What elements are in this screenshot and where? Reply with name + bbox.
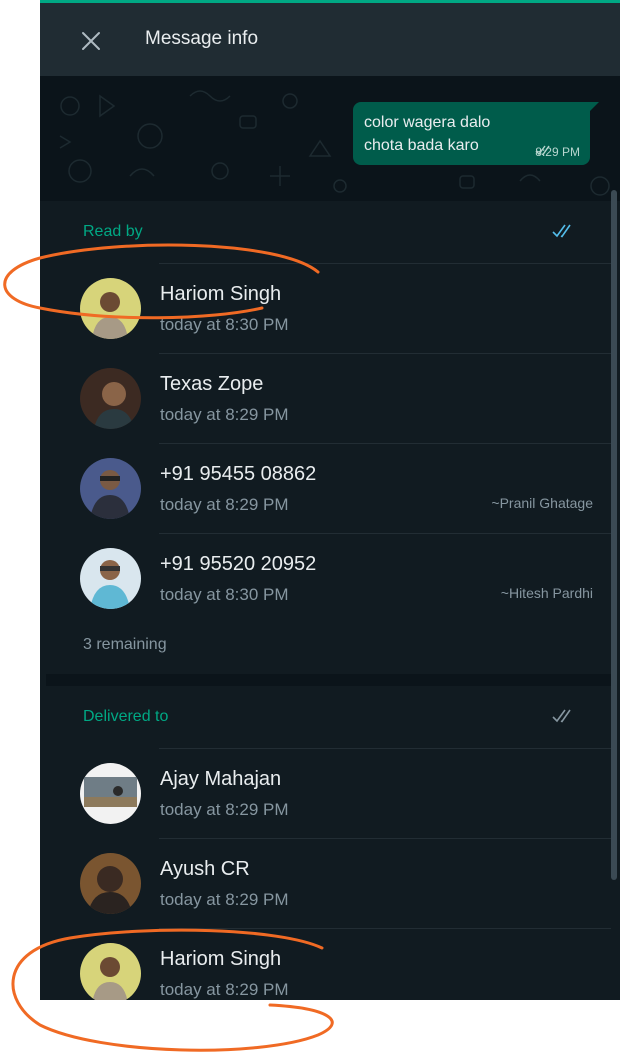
contact-name: Hariom Singh [160,283,282,305]
read-by-row[interactable]: Hariom Singh today at 8:30 PM [46,263,611,353]
delivered-row[interactable]: Ajay Mahajan today at 8:29 PM [46,748,611,838]
push-name: ~Hitesh Pardhi [500,585,593,601]
read-by-row[interactable]: +91 95520 20952 today at 8:30 PM ~Hitesh… [46,533,611,623]
read-by-section: Read by Hariom Singh today at 8:30 PM Te… [46,201,611,674]
row-divider [159,928,611,929]
contact-name: +91 95520 20952 [160,553,317,575]
read-time: today at 8:29 PM [160,405,289,424]
section-separator [46,674,611,686]
read-time: today at 8:30 PM [160,315,289,334]
double-check-grey-icon [552,709,571,723]
scrollbar[interactable] [611,190,617,880]
message-text: color wagera dalo chota bada karo [364,114,491,154]
contact-name: Ayush CR [160,858,250,880]
read-time: today at 8:30 PM [160,585,289,604]
message-meta: 8:29 PM [535,145,580,159]
read-by-row[interactable]: +91 95455 08862 today at 8:29 PM ~Pranil… [46,443,611,533]
avatar [80,943,141,1000]
delivered-row[interactable]: Ayush CR today at 8:29 PM [46,838,611,928]
push-name: ~Pranil Ghatage [491,495,593,511]
contact-name: +91 95455 08862 [160,463,317,485]
read-by-title: Read by [83,223,143,240]
contact-name: Hariom Singh [160,948,282,970]
avatar [80,458,141,519]
row-divider [159,838,611,839]
delivered-to-section: Delivered to Ajay Mahajan today at 8:29 … [46,686,611,1000]
double-check-icon [535,145,550,156]
contact-name: Texas Zope [160,373,264,395]
read-time: today at 8:29 PM [160,495,289,514]
remaining-count[interactable]: 3 remaining [83,636,167,654]
message-info-panel: Message info color wagera dalo chota bad… [40,0,620,1000]
avatar [80,548,141,609]
delivered-time: today at 8:29 PM [160,980,289,999]
row-divider [159,263,611,264]
row-divider [159,533,611,534]
avatar [80,853,141,914]
close-icon[interactable] [78,28,104,54]
delivered-time: today at 8:29 PM [160,800,289,819]
contact-name: Ajay Mahajan [160,768,282,790]
header: Message info [40,3,620,76]
read-by-row[interactable]: Texas Zope today at 8:29 PM [46,353,611,443]
header-title: Message info [145,28,259,49]
avatar [80,368,141,429]
delivered-time: today at 8:29 PM [160,890,289,909]
row-divider [159,748,611,749]
delivered-to-title: Delivered to [83,708,169,725]
double-check-blue-icon [552,224,571,238]
delivered-row[interactable]: Hariom Singh today at 8:29 PM [46,928,611,1000]
avatar [80,763,141,824]
avatar [80,278,141,339]
bubble-tail [590,102,599,111]
chat-background: color wagera dalo chota bada karo 8:29 P… [40,76,620,201]
row-divider [159,353,611,354]
row-divider [159,443,611,444]
message-bubble[interactable]: color wagera dalo chota bada karo 8:29 P… [353,102,599,165]
